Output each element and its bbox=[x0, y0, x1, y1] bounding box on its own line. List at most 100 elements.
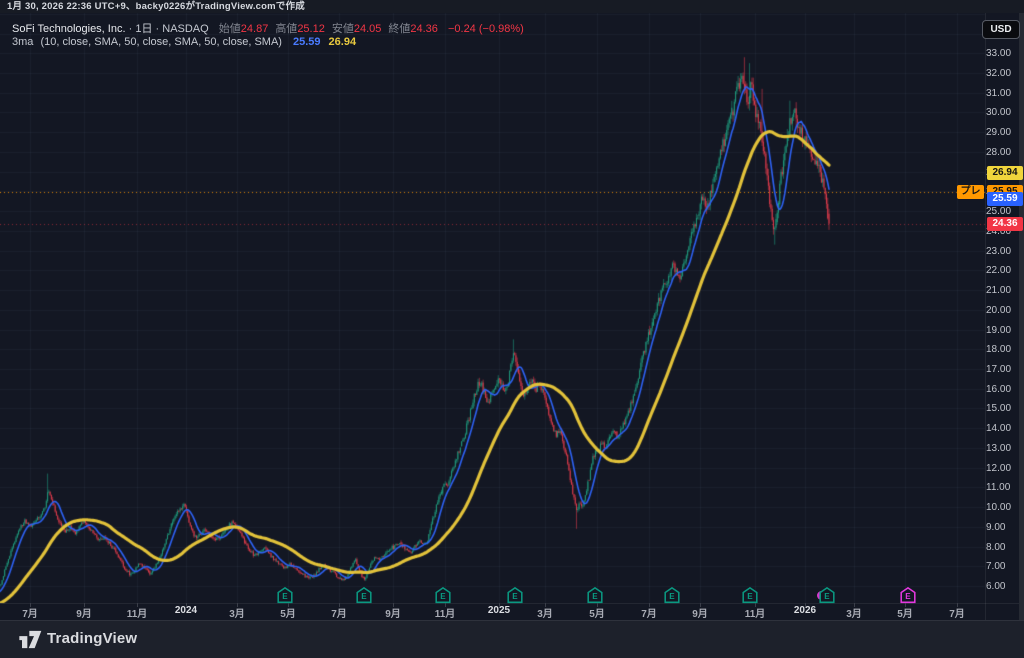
change-value: −0.24 (−0.98%) bbox=[448, 23, 524, 35]
price-axis-label: 11.00 bbox=[986, 482, 1019, 493]
price-axis-label: 23.00 bbox=[986, 246, 1019, 257]
ohlc-fields: 始値24.87高値25.12安値24.05終値24.36 bbox=[212, 23, 438, 35]
time-axis-label: 5月 bbox=[589, 605, 605, 620]
price-axis-label: 9.00 bbox=[986, 522, 1019, 533]
indicator-name[interactable]: 3ma bbox=[12, 36, 33, 48]
time-axis-label: 9月 bbox=[76, 605, 92, 620]
time-axis-label: 7月 bbox=[949, 605, 965, 620]
chart-canvas[interactable] bbox=[0, 0, 1024, 658]
window-scrollbar[interactable] bbox=[1019, 13, 1024, 620]
time-axis-label: 11月 bbox=[127, 605, 148, 620]
price-axis-label: 22.00 bbox=[986, 265, 1019, 276]
timeframe-label[interactable]: 1日 bbox=[135, 23, 152, 35]
indicator-legend-row[interactable]: 3ma (10, close, SMA, 50, close, SMA, 50,… bbox=[12, 36, 356, 48]
price-axis-label: 14.00 bbox=[986, 423, 1019, 434]
time-axis-label: 9月 bbox=[385, 605, 401, 620]
time-axis-tick bbox=[545, 603, 546, 607]
svg-text:E: E bbox=[440, 592, 446, 601]
price-axis-label: 8.00 bbox=[986, 542, 1019, 553]
time-axis-tick bbox=[84, 603, 85, 607]
time-axis-tick bbox=[805, 603, 806, 607]
earnings-badge[interactable]: E bbox=[742, 587, 759, 604]
sma10-tag: 25.59 bbox=[987, 192, 1023, 206]
earnings-badge[interactable]: E bbox=[356, 587, 373, 604]
earnings-badge[interactable]: E bbox=[277, 587, 294, 604]
time-axis-tick bbox=[137, 603, 138, 607]
time-axis-label: 7月 bbox=[641, 605, 657, 620]
ohlc-field-label-2: 安値 bbox=[332, 23, 354, 35]
time-axis-label: 3月 bbox=[537, 605, 553, 620]
price-axis-label: 30.00 bbox=[986, 107, 1019, 118]
price-axis-label: 6.00 bbox=[986, 581, 1019, 592]
time-axis-tick bbox=[393, 603, 394, 607]
time-axis-label: 11月 bbox=[435, 605, 456, 620]
sma50-tag: 26.94 bbox=[987, 166, 1023, 180]
svg-text:E: E bbox=[512, 592, 518, 601]
indicator-value-1: 26.94 bbox=[329, 36, 357, 48]
ohlc-field-label-1: 高値 bbox=[275, 23, 297, 35]
indicator-values: 25.59 26.94 bbox=[285, 36, 356, 48]
price-axis-label: 10.00 bbox=[986, 502, 1019, 513]
earnings-estimate-badge[interactable]: E bbox=[900, 587, 917, 604]
earnings-badge[interactable]: E bbox=[435, 587, 452, 604]
time-axis-tick bbox=[237, 603, 238, 607]
svg-text:E: E bbox=[282, 592, 288, 601]
svg-text:E: E bbox=[747, 592, 753, 601]
premarket-tag-prefix: プレ bbox=[957, 185, 984, 199]
price-axis-label: 7.00 bbox=[986, 561, 1019, 572]
time-axis-label: 3月 bbox=[846, 605, 862, 620]
time-axis-label: 11月 bbox=[745, 605, 766, 620]
price-axis-label: 17.00 bbox=[986, 364, 1019, 375]
time-axis-label: 9月 bbox=[692, 605, 708, 620]
ohlc-field-label-0: 始値 bbox=[219, 23, 241, 35]
time-axis-label: 5月 bbox=[897, 605, 913, 620]
ohlc-field-value-1: 25.12 bbox=[297, 23, 325, 35]
time-axis-tick bbox=[186, 603, 187, 607]
svg-text:E: E bbox=[669, 592, 675, 601]
price-axis-label: 33.00 bbox=[986, 48, 1019, 59]
time-axis-tick bbox=[649, 603, 650, 607]
time-axis-tick bbox=[957, 603, 958, 607]
price-axis-label: 15.00 bbox=[986, 403, 1019, 414]
time-axis-tick bbox=[499, 603, 500, 607]
time-axis-label: 7月 bbox=[22, 605, 38, 620]
price-axis-label: 18.00 bbox=[986, 344, 1019, 355]
tradingview-logo-icon[interactable] bbox=[18, 630, 42, 654]
price-axis-label: 16.00 bbox=[986, 384, 1019, 395]
svg-text:E: E bbox=[361, 592, 367, 601]
price-axis-label: 32.00 bbox=[986, 68, 1019, 79]
exchange-label: NASDAQ bbox=[162, 23, 208, 35]
time-axis-tick bbox=[339, 603, 340, 607]
svg-text:E: E bbox=[592, 592, 598, 601]
currency-button[interactable]: USD bbox=[982, 20, 1020, 39]
ohlc-field-value-3: 24.36 bbox=[410, 23, 438, 35]
price-axis-border bbox=[985, 13, 986, 620]
time-axis-label: 5月 bbox=[280, 605, 296, 620]
time-axis-tick bbox=[700, 603, 701, 607]
price-axis-label: 12.00 bbox=[986, 463, 1019, 474]
price-axis-label: 25.00 bbox=[986, 206, 1019, 217]
earnings-badge[interactable]: E bbox=[664, 587, 681, 604]
indicator-params: (10, close, SMA, 50, close, SMA, 50, clo… bbox=[40, 36, 281, 48]
snapshot-attribution: 1月 30, 2026 22:36 UTC+9、backy0226がTradin… bbox=[0, 0, 1024, 13]
price-axis-label: 13.00 bbox=[986, 443, 1019, 454]
time-axis-tick bbox=[854, 603, 855, 607]
price-axis-label: 31.00 bbox=[986, 88, 1019, 99]
time-axis-label: 3月 bbox=[229, 605, 245, 620]
ohlc-field-value-2: 24.05 bbox=[354, 23, 382, 35]
indicator-value-0: 25.59 bbox=[293, 36, 321, 48]
earnings-badge[interactable]: E bbox=[819, 587, 836, 604]
price-axis-label: 28.00 bbox=[986, 147, 1019, 158]
symbol-legend-row[interactable]: SoFi Technologies, Inc. · 1日 · NASDAQ 始値… bbox=[12, 20, 524, 36]
symbol-name[interactable]: SoFi Technologies, Inc. bbox=[12, 23, 126, 35]
earnings-badge[interactable]: E bbox=[587, 587, 604, 604]
price-axis-label: 29.00 bbox=[986, 127, 1019, 138]
ohlc-field-value-0: 24.87 bbox=[241, 23, 269, 35]
price-axis-label: 21.00 bbox=[986, 285, 1019, 296]
svg-text:E: E bbox=[905, 592, 911, 601]
tradingview-brand-text[interactable]: TradingView bbox=[47, 630, 137, 647]
svg-text:E: E bbox=[824, 592, 830, 601]
earnings-badge[interactable]: E bbox=[507, 587, 524, 604]
footer-bar: TradingView bbox=[0, 620, 1024, 658]
tradingview-chart-window: 1月 30, 2026 22:36 UTC+9、backy0226がTradin… bbox=[0, 0, 1024, 658]
